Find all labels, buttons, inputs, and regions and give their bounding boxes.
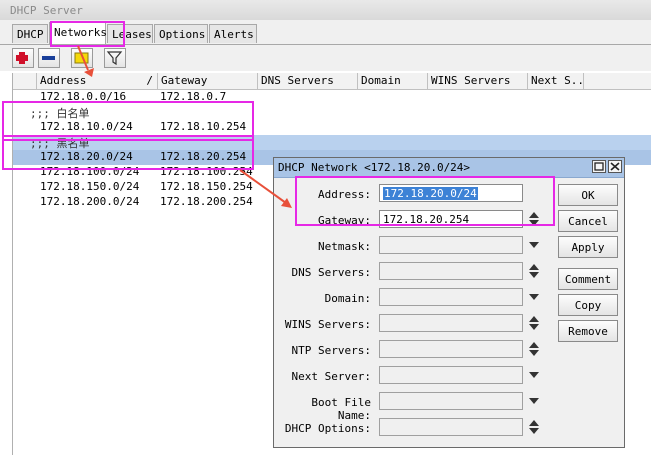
arrow-line-tab	[77, 45, 89, 71]
annotation-arrows	[77, 45, 292, 208]
arrow-head-tab	[84, 68, 94, 77]
arrow-line-dialog	[239, 169, 287, 204]
